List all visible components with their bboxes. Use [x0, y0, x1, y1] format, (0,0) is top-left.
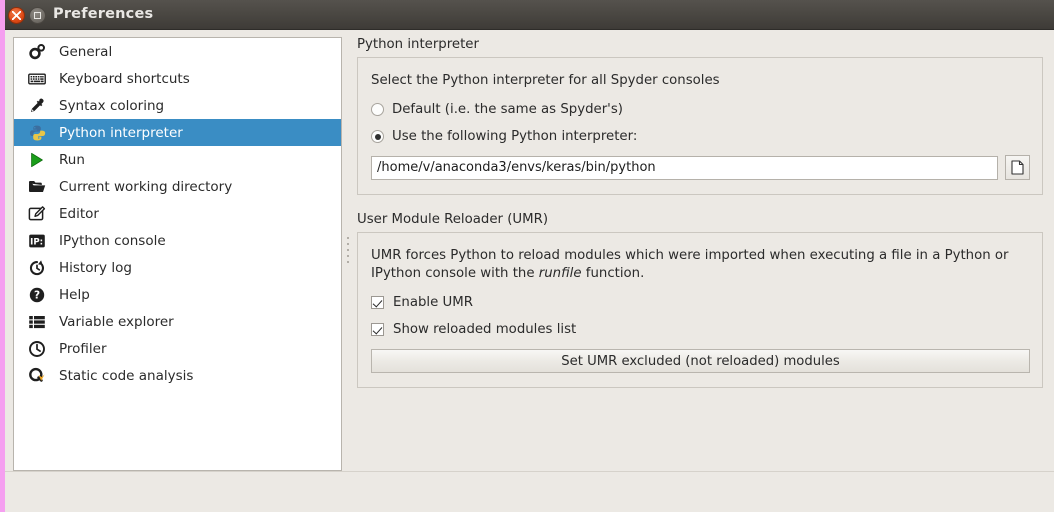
- splitter-dot: [347, 237, 349, 239]
- maximize-icon[interactable]: [29, 7, 46, 24]
- sidebar-item-ipython-console[interactable]: IP: IPython console: [14, 227, 341, 254]
- sidebar-item-python-interpreter[interactable]: Python interpreter: [14, 119, 341, 146]
- sidebar-item-label: Syntax coloring: [59, 97, 165, 114]
- pylint-q-icon: [27, 366, 47, 386]
- sidebar-item-label: Python interpreter: [59, 124, 183, 141]
- radio-custom-interpreter[interactable]: Use the following Python interpreter:: [371, 129, 1030, 144]
- sidebar-item-static-code-analysis[interactable]: Static code analysis: [14, 362, 341, 389]
- checkbox-enable-umr-indicator[interactable]: [371, 296, 384, 309]
- sidebar-item-label: Static code analysis: [59, 367, 194, 384]
- radio-default-interpreter[interactable]: Default (i.e. the same as Spyder's): [371, 102, 1030, 117]
- sidebar-item-profiler[interactable]: Profiler: [14, 335, 341, 362]
- list-grid-icon: [27, 312, 47, 332]
- checkbox-enable-umr[interactable]: Enable UMR: [371, 295, 1030, 310]
- python-icon: [27, 123, 47, 143]
- pencil-square-icon: [27, 204, 47, 224]
- splitter-dot: [347, 243, 349, 245]
- clock-icon: [27, 339, 47, 359]
- keyboard-icon: [27, 69, 47, 89]
- umr-runfile-emphasis: runfile: [538, 266, 582, 281]
- interpreter-group-title: Python interpreter: [357, 37, 479, 52]
- sidebar-item-label: General: [59, 43, 113, 60]
- window-title: Preferences: [53, 6, 154, 22]
- splitter-dot: [347, 249, 349, 251]
- play-icon: [27, 150, 47, 170]
- checkbox-show-reloaded-label: Show reloaded modules list: [393, 322, 577, 337]
- ipython-icon: IP:: [27, 231, 47, 251]
- interpreter-path-input[interactable]: [371, 155, 998, 180]
- eyedropper-icon: [27, 96, 47, 116]
- folder-icon: [27, 177, 47, 197]
- history-clock-icon: [27, 258, 47, 278]
- preferences-category-list[interactable]: General Keyboard shortcuts Syntax coloring…: [13, 37, 342, 471]
- pane-splitter[interactable]: [345, 37, 351, 471]
- sidebar-item-label: Run: [59, 151, 85, 168]
- checkbox-show-reloaded-indicator[interactable]: [371, 323, 384, 336]
- radio-default-label: Default (i.e. the same as Spyder's): [392, 102, 623, 117]
- sidebar-item-label: Profiler: [59, 340, 107, 357]
- set-umr-excluded-button[interactable]: Set UMR excluded (not reloaded) modules: [371, 349, 1030, 373]
- sidebar-item-label: IPython console: [59, 232, 166, 249]
- preferences-dialog: Preferences General Keyboard shortcuts Syn…: [0, 0, 1054, 512]
- sidebar-item-label: Keyboard shortcuts: [59, 70, 190, 87]
- sidebar-item-label: Current working directory: [59, 178, 233, 195]
- radio-custom-indicator[interactable]: [371, 130, 384, 143]
- close-icon[interactable]: [8, 7, 25, 24]
- sidebar-item-editor[interactable]: Editor: [14, 200, 341, 227]
- splitter-dot: [347, 255, 349, 257]
- sidebar-item-label: History log: [59, 259, 132, 276]
- sidebar-item-label: Help: [59, 286, 90, 303]
- sidebar-item-current-working-directory[interactable]: Current working directory: [14, 173, 341, 200]
- settings-pane: Python interpreter Select the Python int…: [357, 37, 1043, 471]
- checkbox-enable-umr-label: Enable UMR: [393, 295, 473, 310]
- sidebar-item-history-log[interactable]: History log: [14, 254, 341, 281]
- sidebar-item-run[interactable]: Run: [14, 146, 341, 173]
- umr-group-title: User Module Reloader (UMR): [357, 212, 549, 227]
- question-circle-icon: ?: [27, 285, 47, 305]
- interpreter-groupbox: Select the Python interpreter for all Sp…: [357, 57, 1043, 195]
- interpreter-description: Select the Python interpreter for all Sp…: [371, 73, 720, 88]
- svg-text:?: ?: [34, 289, 40, 301]
- umr-description: UMR forces Python to reload modules whic…: [371, 248, 1009, 281]
- sidebar-item-label: Variable explorer: [59, 313, 174, 330]
- checkbox-show-reloaded[interactable]: Show reloaded modules list: [371, 322, 1030, 337]
- sidebar-item-general[interactable]: General: [14, 38, 341, 65]
- sidebar-item-keyboard-shortcuts[interactable]: Keyboard shortcuts: [14, 65, 341, 92]
- sidebar-item-variable-explorer[interactable]: Variable explorer: [14, 308, 341, 335]
- svg-text:IP:: IP:: [30, 237, 43, 247]
- dialog-button-bar: Reset to defaults Apply Cancel OK: [0, 471, 1054, 512]
- file-document-icon[interactable]: [1005, 155, 1030, 180]
- splitter-dot: [347, 261, 349, 263]
- radio-default-indicator[interactable]: [371, 103, 384, 116]
- gears-icon: [27, 42, 47, 62]
- left-edge-strip: [0, 0, 5, 512]
- radio-custom-label: Use the following Python interpreter:: [392, 129, 638, 144]
- title-bar: Preferences: [0, 0, 1054, 30]
- sidebar-item-syntax-coloring[interactable]: Syntax coloring: [14, 92, 341, 119]
- sidebar-item-help[interactable]: ? Help: [14, 281, 341, 308]
- sidebar-item-label: Editor: [59, 205, 99, 222]
- umr-groupbox: UMR forces Python to reload modules whic…: [357, 232, 1043, 388]
- interpreter-path-row: [371, 155, 1030, 180]
